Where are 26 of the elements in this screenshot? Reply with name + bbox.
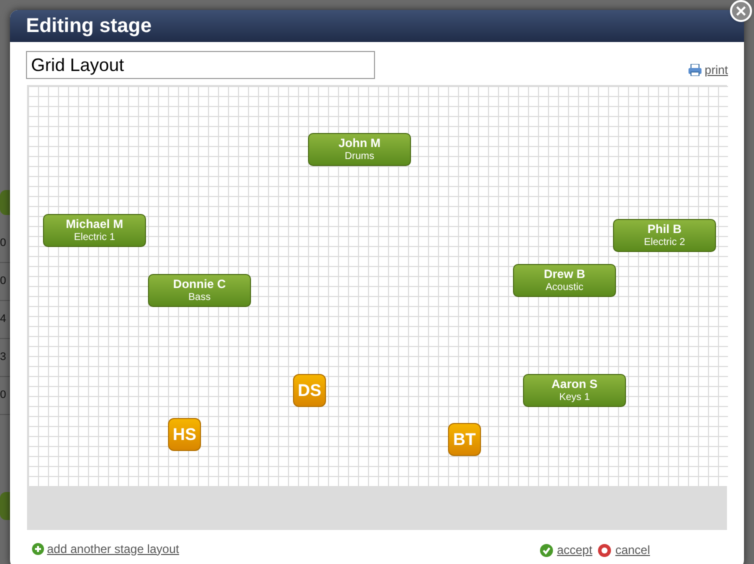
- marker-tile[interactable]: DS: [293, 374, 326, 407]
- musician-tile[interactable]: John M Drums: [308, 133, 411, 166]
- printer-icon: [688, 64, 702, 76]
- accept-link[interactable]: accept: [540, 541, 592, 559]
- print-link[interactable]: print: [688, 61, 728, 79]
- stop-icon: [598, 544, 612, 556]
- close-icon: [736, 6, 746, 16]
- table-cell-text: 0: [0, 236, 6, 252]
- add-layout-link[interactable]: add another stage layout: [32, 540, 180, 558]
- musician-tile[interactable]: Donnie C Bass: [148, 274, 251, 307]
- layout-name-field[interactable]: Grid Layout: [26, 51, 375, 79]
- marker-tile[interactable]: BT: [448, 423, 481, 456]
- close-button[interactable]: [730, 0, 752, 22]
- table-cell-text: 4: [0, 312, 6, 328]
- musician-tile[interactable]: Phil B Electric 2: [613, 219, 716, 252]
- musician-tile[interactable]: Michael M Electric 1: [43, 214, 146, 247]
- musician-tile[interactable]: Drew B Acoustic: [513, 264, 616, 297]
- musician-tile[interactable]: Aaron S Keys 1: [523, 374, 626, 407]
- table-cell-text: 3: [0, 350, 6, 366]
- table-cell-text: 0: [0, 274, 6, 290]
- dialog-title: Editing stage: [26, 14, 152, 39]
- cancel-link[interactable]: cancel: [598, 541, 650, 559]
- table-cell-text: 0: [0, 388, 6, 404]
- check-icon: [540, 544, 553, 556]
- plus-icon: [32, 542, 44, 554]
- marker-tile[interactable]: HS: [168, 418, 201, 451]
